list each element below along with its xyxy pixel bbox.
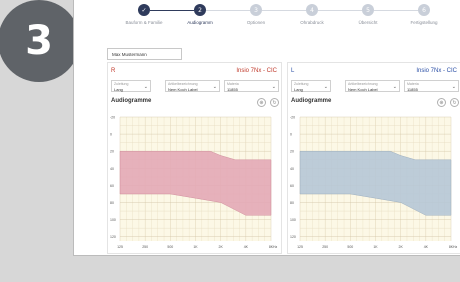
audiogram-chart[interactable]: -20020406080100120125 250 500 1K 2K 4K 8K Hz xyxy=(108,111,281,251)
step-number: 3 xyxy=(250,4,262,16)
y-tick-label: -20 xyxy=(290,116,295,120)
app-window: ✓ Bauform & Familie 2 Audiogramm 3 Optionen 4 O… xyxy=(73,0,460,256)
x-tick-label: 1K xyxy=(193,245,198,249)
reset-icon[interactable]: ↻ xyxy=(270,98,279,107)
reset-icon[interactable]: ↻ xyxy=(450,98,459,107)
chevron-down-icon: ⌄ xyxy=(271,84,276,90)
dropdown-select-3[interactable]: Materia 11855 ⌄ xyxy=(404,80,459,92)
step-label: Ohrabdruck xyxy=(300,20,324,25)
x-tick-label: 125 xyxy=(117,245,123,249)
select-label: Zuleitung xyxy=(114,82,129,86)
x-tick-label: 2K xyxy=(219,245,224,249)
y-tick-label: 60 xyxy=(110,184,114,188)
step-label: Übersicht xyxy=(358,20,378,25)
audiogram-title: Audiogramme xyxy=(111,98,152,104)
y-tick-label: 0 xyxy=(110,133,112,137)
step-number: 6 xyxy=(418,4,430,16)
x-tick-label: 2K xyxy=(399,245,404,249)
y-tick-label: 80 xyxy=(290,201,294,205)
step-number: 5 xyxy=(362,4,374,16)
y-tick-label: 20 xyxy=(110,150,114,154)
step-label: Bauform & Familie xyxy=(125,20,163,25)
y-tick-label: 100 xyxy=(110,218,116,222)
step-4[interactable]: 4 Ohrabdruck xyxy=(282,4,342,25)
step-6[interactable]: 6 Fertigstellung xyxy=(394,4,454,25)
y-tick-label: 40 xyxy=(290,167,294,171)
select-label: Materia xyxy=(227,82,239,86)
y-tick-label: 100 xyxy=(290,218,296,222)
chevron-down-icon: ⌄ xyxy=(451,84,456,90)
customer-name-input[interactable]: Max Mustermann xyxy=(107,48,182,60)
chevron-down-icon: ⌄ xyxy=(143,84,148,90)
step-label: Fertigstellung xyxy=(410,20,438,25)
select-value: Nem Koch Label xyxy=(168,87,198,92)
x-tick-label: 500 xyxy=(167,245,173,249)
y-tick-label: 0 xyxy=(290,133,292,137)
y-tick-label: -20 xyxy=(110,116,115,120)
step-number: 4 xyxy=(306,4,318,16)
device-name: Insio 7Nx - CIC xyxy=(236,68,277,74)
dropdown-select-1[interactable]: Zuleitung Lang ⌄ xyxy=(291,80,331,92)
audiogram-chart[interactable]: -20020406080100120125 250 500 1K 2K 4K 8K Hz xyxy=(288,111,460,251)
right-ear-panel: R Insio 7Nx - CIC Zuleitung Lang ⌄ Artikelbez… xyxy=(107,62,282,254)
select-value: Nem Koch Label xyxy=(348,87,378,92)
ear-side-label: R xyxy=(111,68,116,74)
check-icon: ✓ xyxy=(138,4,150,16)
select-value: 11855 xyxy=(407,87,418,92)
step-number-badge: 3 xyxy=(0,0,80,82)
chevron-down-icon: ⌄ xyxy=(392,84,397,90)
x-tick-label: 1K xyxy=(373,245,378,249)
dropdown-select-3[interactable]: Materia 11855 ⌄ xyxy=(224,80,279,92)
x-unit-label: Hz xyxy=(453,245,458,249)
chevron-down-icon: ⌄ xyxy=(323,84,328,90)
y-tick-label: 120 xyxy=(290,235,296,239)
step-label: Optionen xyxy=(246,20,266,25)
ear-side-label: L xyxy=(291,68,295,74)
select-label: Materia xyxy=(407,82,419,86)
dropdown-select-2[interactable]: Artikelbezeichnung Nem Koch Label ⌄ xyxy=(345,80,400,92)
step-3[interactable]: 3 Optionen xyxy=(226,4,286,25)
x-unit-label: Hz xyxy=(273,245,278,249)
step-2[interactable]: 2 Audiogramm xyxy=(170,4,230,25)
x-tick-label: 250 xyxy=(322,245,328,249)
audiogram-title: Audiogramme xyxy=(291,98,332,104)
select-label: Artikelbezeichnung xyxy=(168,82,198,86)
step-number: 2 xyxy=(194,4,206,16)
x-tick-label: 250 xyxy=(142,245,148,249)
dropdown-select-2[interactable]: Artikelbezeichnung Nem Koch Label ⌄ xyxy=(165,80,220,92)
x-tick-label: 500 xyxy=(347,245,353,249)
x-tick-label: 4K xyxy=(244,245,249,249)
step-5[interactable]: 5 Übersicht xyxy=(338,4,398,25)
step-1[interactable]: ✓ Bauform & Familie xyxy=(114,4,174,25)
left-ear-panel: L Insio 7Nx - CIC Zuleitung Lang ⌄ Artikelbez… xyxy=(287,62,460,254)
select-label: Zuleitung xyxy=(294,82,309,86)
zoom-icon[interactable]: ⊕ xyxy=(257,98,266,107)
x-tick-label: 4K xyxy=(424,245,429,249)
select-value: 11855 xyxy=(227,87,238,92)
step-label: Audiogramm xyxy=(187,20,213,25)
dropdown-select-1[interactable]: Zuleitung Lang ⌄ xyxy=(111,80,151,92)
y-tick-label: 40 xyxy=(110,167,114,171)
y-tick-label: 120 xyxy=(110,235,116,239)
y-tick-label: 60 xyxy=(290,184,294,188)
zoom-icon[interactable]: ⊕ xyxy=(437,98,446,107)
chevron-down-icon: ⌄ xyxy=(212,84,217,90)
device-name: Insio 7Nx - CIC xyxy=(416,68,457,74)
select-label: Artikelbezeichnung xyxy=(348,82,378,86)
y-tick-label: 20 xyxy=(290,150,294,154)
y-tick-label: 80 xyxy=(110,201,114,205)
x-tick-label: 125 xyxy=(297,245,303,249)
progress-stepper: ✓ Bauform & Familie 2 Audiogramm 3 Optionen 4 O… xyxy=(74,0,460,42)
